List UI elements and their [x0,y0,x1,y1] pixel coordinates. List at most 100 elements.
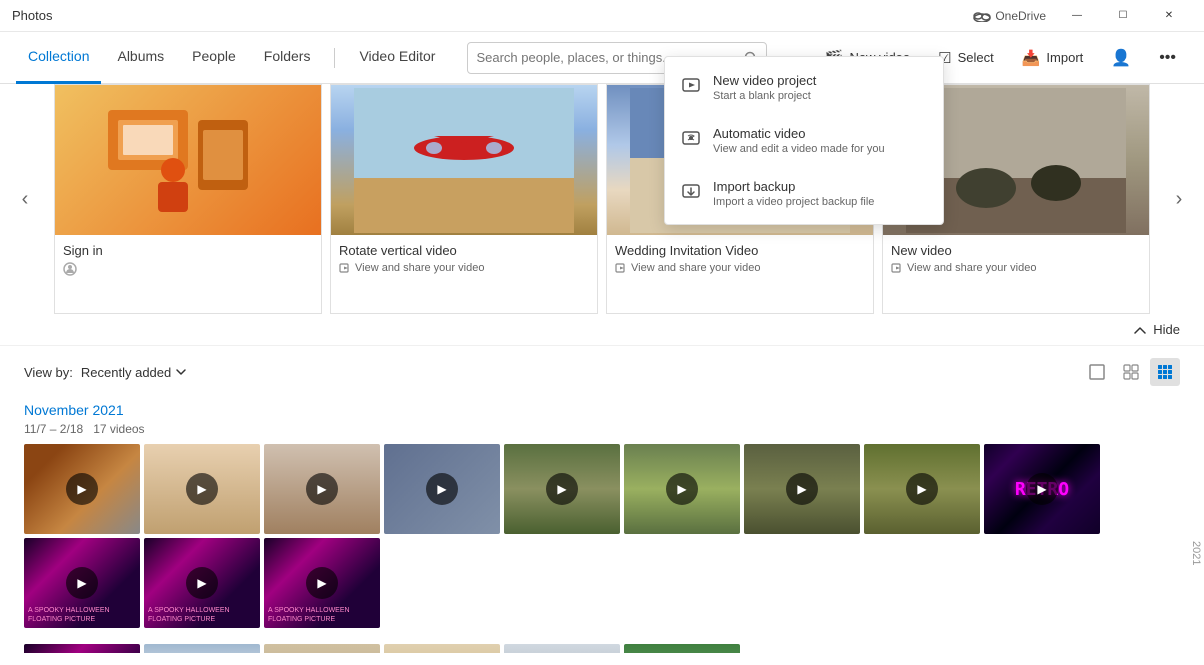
video-thumb-8[interactable]: ▶ [864,444,980,534]
viewby-label: View by: [24,365,73,380]
play-btn-11[interactable]: ▶ [186,567,218,599]
featured-cards: Sign in [50,84,1154,314]
import-backup-title: Import backup [713,179,874,194]
nav-video-editor[interactable]: Video Editor [347,32,447,84]
auto-video-subtitle: View and edit a video made for you [713,143,885,155]
video-thumb-2[interactable]: ▶ [144,444,260,534]
view-mode-small[interactable] [1150,358,1180,386]
import-backup-subtitle: Import a video project backup file [713,196,874,208]
newvideo-card-subtitle-text: View and share your video [907,262,1036,274]
newvideo-card-title: New video [891,243,1141,258]
featured-section: ‹ Sign [0,84,1204,314]
viewby-value: Recently added [81,365,171,380]
play-btn-3[interactable]: ▶ [306,473,338,505]
signin-card-image [55,85,321,235]
play-btn-1[interactable]: ▶ [66,473,98,505]
viewby-select[interactable]: Recently added [81,365,187,380]
video-thumb-18[interactable]: ▶ [624,644,740,653]
select-label: Select [958,50,994,65]
video-bg-13: A SPOOKY HALLOWEENFLOATING PICTURE [24,644,140,653]
play-btn-9[interactable]: ▶ [1026,473,1058,505]
video-thumb-6[interactable]: ▶ [624,444,740,534]
video-thumb-16[interactable]: ▶ [384,644,500,653]
video-thumb-13[interactable]: A SPOOKY HALLOWEENFLOATING PICTURE ▶ [24,644,140,653]
import-backup-icon [681,181,701,201]
newvideo-card-info: New video View and share your video [883,235,1149,282]
dropdown-item-new-project[interactable]: New video project Start a blank project [665,61,943,114]
view-mode-large[interactable] [1082,358,1112,386]
new-project-subtitle: Start a blank project [713,90,816,102]
video-thumb-9[interactable]: RETRO ▶ [984,444,1100,534]
rotate-card-subtitle-text: View and share your video [355,262,484,274]
play-btn-2[interactable]: ▶ [186,473,218,505]
video-thumb-15[interactable]: ▶ [264,644,380,653]
video-thumb-11[interactable]: A SPOOKY HALLOWEENFLOATING PICTURE ▶ [144,538,260,628]
more-button[interactable]: ••• [1147,43,1188,73]
video-thumb-1[interactable]: ▶ [24,444,140,534]
video-share-icon [339,262,351,274]
play-btn-8[interactable]: ▶ [906,473,938,505]
account-button[interactable]: 👤 [1099,42,1143,74]
play-btn-5[interactable]: ▶ [546,473,578,505]
video-thumb-7[interactable]: ▶ [744,444,860,534]
import-backup-text: Import backup Import a video project bac… [713,179,874,208]
new-project-title: New video project [713,73,816,88]
wedding-card-subtitle-text: View and share your video [631,262,760,274]
video-thumb-14[interactable]: ▶ [144,644,260,653]
nav-people[interactable]: People [180,32,248,84]
video-thumb-3[interactable]: ▶ [264,444,380,534]
spooky-label-12: A SPOOKY HALLOWEENFLOATING PICTURE [264,603,354,628]
video-thumb-5[interactable]: ▶ [504,444,620,534]
dropdown-item-auto-video[interactable]: Automatic video View and edit a video ma… [665,114,943,167]
onedrive-badge: OneDrive [973,9,1046,23]
play-btn-12[interactable]: ▶ [306,567,338,599]
spooky-label-10: A SPOOKY HALLOWEENFLOATING PICTURE [24,603,114,628]
video-thumb-10[interactable]: A SPOOKY HALLOWEENFLOATING PICTURE ▶ [24,538,140,628]
auto-video-icon [681,128,701,148]
signin-card-info: Sign in [55,235,321,284]
play-btn-6[interactable]: ▶ [666,473,698,505]
close-button[interactable]: ✕ [1146,0,1192,32]
featured-card-rotate[interactable]: Rotate vertical video View and share you… [330,84,598,314]
onedrive-icon [973,10,991,22]
nav-albums[interactable]: Albums [105,32,176,84]
rotate-illustration [354,88,574,233]
video-thumb-12[interactable]: A SPOOKY HALLOWEENFLOATING PICTURE ▶ [264,538,380,628]
video-bg-18 [624,644,740,653]
hide-label: Hide [1153,322,1180,337]
import-button[interactable]: 📥 Import [1010,43,1096,73]
play-btn-7[interactable]: ▶ [786,473,818,505]
collection-content: November 2021 11/7 – 2/18 17 videos ▶ ▶ … [0,394,1204,653]
video-thumb-4[interactable]: ▶ [384,444,500,534]
app-title: Photos [12,8,52,23]
date-range: 11/7 – 2/18 17 videos [24,422,1180,436]
rotate-card-info: Rotate vertical video View and share you… [331,235,597,282]
onedrive-label: OneDrive [995,9,1046,23]
wedding-card-subtitle: View and share your video [615,262,865,274]
dropdown-item-import-backup[interactable]: Import backup Import a video project bac… [665,167,943,220]
year-label: 2021 [1190,541,1202,565]
hide-button[interactable]: Hide [1133,322,1180,337]
video-thumb-17[interactable]: ▶ [504,644,620,653]
import-label: Import [1046,50,1083,65]
featured-prev-button[interactable]: ‹ [0,84,50,314]
dropdown-menu: New video project Start a blank project … [664,56,944,225]
video-bg-15 [264,644,380,653]
signin-icon [63,262,77,276]
large-grid-icon [1089,364,1105,380]
nav-divider [334,48,335,68]
rotate-card-image [331,85,597,235]
wedding-card-title: Wedding Invitation Video [615,243,865,258]
video-bg-17 [504,644,620,653]
featured-next-button[interactable]: › [1154,84,1204,314]
featured-card-signin[interactable]: Sign in [54,84,322,314]
play-btn-10[interactable]: ▶ [66,567,98,599]
minimize-button[interactable]: — [1054,0,1100,32]
nav-folders[interactable]: Folders [252,32,323,84]
nav-collection[interactable]: Collection [16,32,101,84]
play-btn-4[interactable]: ▶ [426,473,458,505]
maximize-button[interactable]: ☐ [1100,0,1146,32]
view-mode-medium[interactable] [1116,358,1146,386]
new-project-text: New video project Start a blank project [713,73,816,102]
titlebar: Photos OneDrive — ☐ ✕ [0,0,1204,32]
